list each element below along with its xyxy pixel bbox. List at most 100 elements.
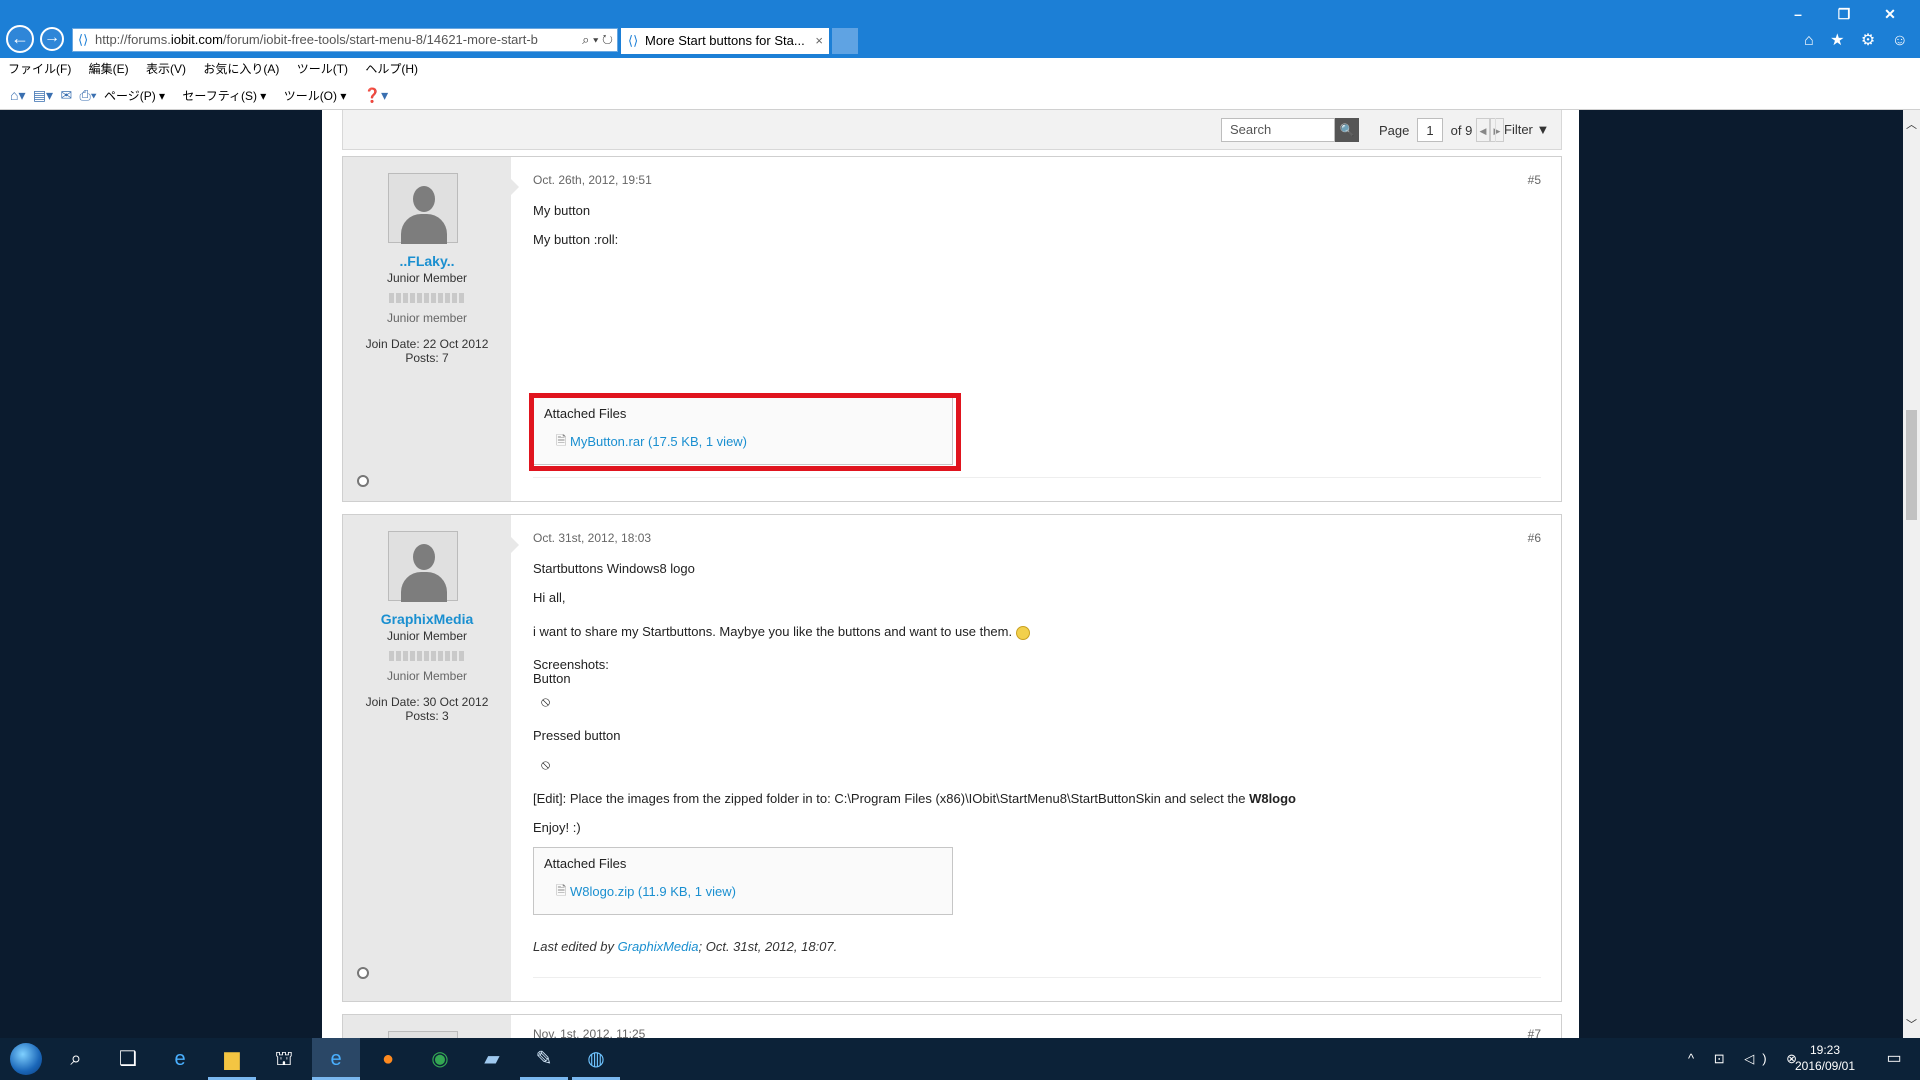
post-share-text: i want to share my Startbuttons. Maybye … [533,624,1031,640]
clock-time: 19:23 [1809,1043,1841,1057]
address-tools-icon[interactable]: ⌕ ▾ ↻ [582,29,613,51]
edit-instruction: [Edit]: Place the images from the zipped… [533,791,1296,806]
post-title: Startbuttons Windows8 logo [533,561,695,576]
share-text: i want to share my Startbuttons. Maybye … [533,624,1013,639]
url-host: iobit.com [170,32,223,47]
notepad-icon[interactable]: ▰ [468,1038,516,1080]
feeds-icon[interactable]: ▤▾ [33,87,53,103]
attached-files: Attached Files 🗎 W8logo.zip (11.9 KB, 1 … [533,847,953,915]
post-greeting: Hi all, [533,590,566,605]
address-bar[interactable]: ⟨⟩ http://forums.iobit.com/forum/iobit-f… [72,28,618,52]
minimize-button[interactable]: – [1775,0,1821,28]
user-sidebar [343,1015,511,1038]
tools-menu[interactable]: ツール(O) ▾ [284,89,347,103]
join-date: Join Date: 22 Oct 2012 [365,337,489,351]
menu-tools[interactable]: ツール(T) [297,62,348,76]
edited-user-link[interactable]: GraphixMedia [618,939,699,954]
safety-menu[interactable]: セーフティ(S) ▾ [182,89,266,103]
forward-button[interactable]: → [40,27,64,51]
tab-title: More Start buttons for Sta... [645,33,805,48]
page-menu[interactable]: ページ(P) ▾ [104,89,165,103]
menu-favorites[interactable]: お気に入り(A) [203,62,279,76]
clock[interactable]: 19:23 2016/09/01 [1780,1042,1870,1074]
new-tab-button[interactable] [832,28,858,54]
search-icon[interactable]: 🔍 [1335,118,1359,142]
action-center-icon[interactable]: ▭ [1874,1038,1914,1080]
filter-button[interactable]: Filter ▼ [1495,118,1551,142]
post-7: Nov. 1st, 2012, 11:25 #7 [342,1014,1562,1038]
username-link[interactable]: ..FLaky.. [343,253,511,269]
home-icon[interactable]: ⌂▾ [10,87,25,103]
restore-button[interactable]: ❐ [1821,0,1867,28]
post-6: GraphixMedia Junior Member Junior Member… [342,514,1562,1002]
post-number-link[interactable]: #7 [1528,1027,1541,1038]
start-button[interactable] [0,1038,50,1080]
user-title: Junior member [386,311,468,325]
home-favorites-settings-icons[interactable]: ⌂ ★ ⚙ ☺ [1804,30,1914,50]
user-rank: Junior Member [386,629,468,643]
app-icon[interactable]: ◍ [572,1038,620,1080]
post-number-link[interactable]: #5 [1528,173,1541,187]
post-title: My button [533,203,591,218]
page-number-input[interactable]: 1 [1417,118,1443,142]
sidebar-pointer [511,537,519,553]
menu-file[interactable]: ファイル(F) [8,62,71,76]
internet-explorer-icon[interactable]: e [312,1038,360,1080]
attachment-link[interactable]: W8logo.zip (11.9 KB, 1 view) [570,884,736,899]
forum-page: Search 🔍 Page 1 of 9 ◀ ▶ Filter ▼ ..FLaky… [322,110,1579,1038]
page-label: Page [1379,123,1410,138]
menu-bar: ファイル(F) 編集(E) 表示(V) お気に入り(A) ツール(T) ヘルプ(… [0,58,1920,80]
divider [533,477,1541,478]
pagination: Page 1 of 9 ◀ ▶ [1379,118,1504,143]
avatar[interactable] [388,173,458,244]
tab-active[interactable]: ⟨⟩ More Start buttons for Sta... × [621,28,829,54]
scroll-down-icon[interactable]: ﹀ [1906,1016,1917,1032]
post-body: My button :roll: [533,232,619,247]
help-icon[interactable]: ❓▾ [364,87,388,103]
menu-view[interactable]: 表示(V) [146,62,186,76]
username-link[interactable]: GraphixMedia [343,611,511,627]
last-edited-note: Last edited by GraphixMedia; Oct. 31st, … [533,939,837,954]
back-button[interactable]: ← [6,25,34,53]
prev-page-icon[interactable]: ◀ [1475,118,1490,142]
chrome-icon[interactable]: ◉ [416,1038,464,1080]
taskbar: ⌕ ❑ e ▆ ⛫ e ● ◉ ▰ ✎ ◍ ^ ⊡ ◁) ⊗ 19:23 201… [0,1038,1920,1080]
user-join-info: Join Date: 22 Oct 2012 Posts: 7 [363,337,491,365]
pressed-button-label: Pressed button [533,728,621,743]
mail-icon[interactable]: ✉ [60,87,72,103]
edit-bold-text: W8logo [1249,791,1296,806]
command-bar: ⌂▾ ▤▾ ✉ ⎙▾ ページ(P) ▾ セーフティ(S) ▾ ツール(O) ▾ … [0,80,1920,110]
online-status-icon [357,967,369,979]
post-number-link[interactable]: #6 [1528,531,1541,545]
screenshots-label: Screenshots: [533,657,609,672]
close-window-button[interactable]: ✕ [1867,0,1913,28]
broken-image-icon[interactable]: ⦸ [541,693,550,710]
search-input[interactable]: Search [1221,118,1335,142]
url-path: /forum/iobit-free-tools/start-menu-8/146… [222,32,538,47]
tab-close-icon[interactable]: × [815,28,823,54]
join-date: Join Date: 30 Oct 2012 [365,695,489,709]
reputation-bar [389,651,465,661]
paint-icon[interactable]: ✎ [520,1038,568,1080]
user-sidebar: GraphixMedia Junior Member Junior Member… [343,515,519,1001]
avatar[interactable] [388,1031,458,1038]
browser-titlebar: ← → ⟨⟩ http://forums.iobit.com/forum/iob… [0,0,1920,58]
store-icon[interactable]: ⛫ [260,1038,308,1080]
file-icon: 🗎 [556,883,567,898]
file-explorer-icon[interactable]: ▆ [208,1038,256,1080]
thread-toolbar: Search 🔍 Page 1 of 9 ◀ ▶ Filter ▼ [342,110,1562,150]
user-join-info: Join Date: 30 Oct 2012 Posts: 3 [363,695,491,723]
task-view-icon[interactable]: ❑ [104,1038,152,1080]
scroll-thumb[interactable] [1906,410,1917,520]
search-icon[interactable]: ⌕ [52,1038,100,1080]
post-date: Oct. 31st, 2012, 18:03 [533,531,652,545]
print-icon[interactable]: ⎙▾ [80,87,97,103]
broken-image-icon[interactable]: ⦸ [541,756,550,773]
menu-edit[interactable]: 編集(E) [89,62,129,76]
firefox-icon[interactable]: ● [364,1038,412,1080]
vertical-scrollbar[interactable]: ︿ ﹀ [1903,110,1920,1038]
scroll-up-icon[interactable]: ︿ [1906,116,1917,132]
menu-help[interactable]: ヘルプ(H) [365,62,418,76]
avatar[interactable] [388,531,458,602]
edge-icon[interactable]: e [156,1038,204,1080]
